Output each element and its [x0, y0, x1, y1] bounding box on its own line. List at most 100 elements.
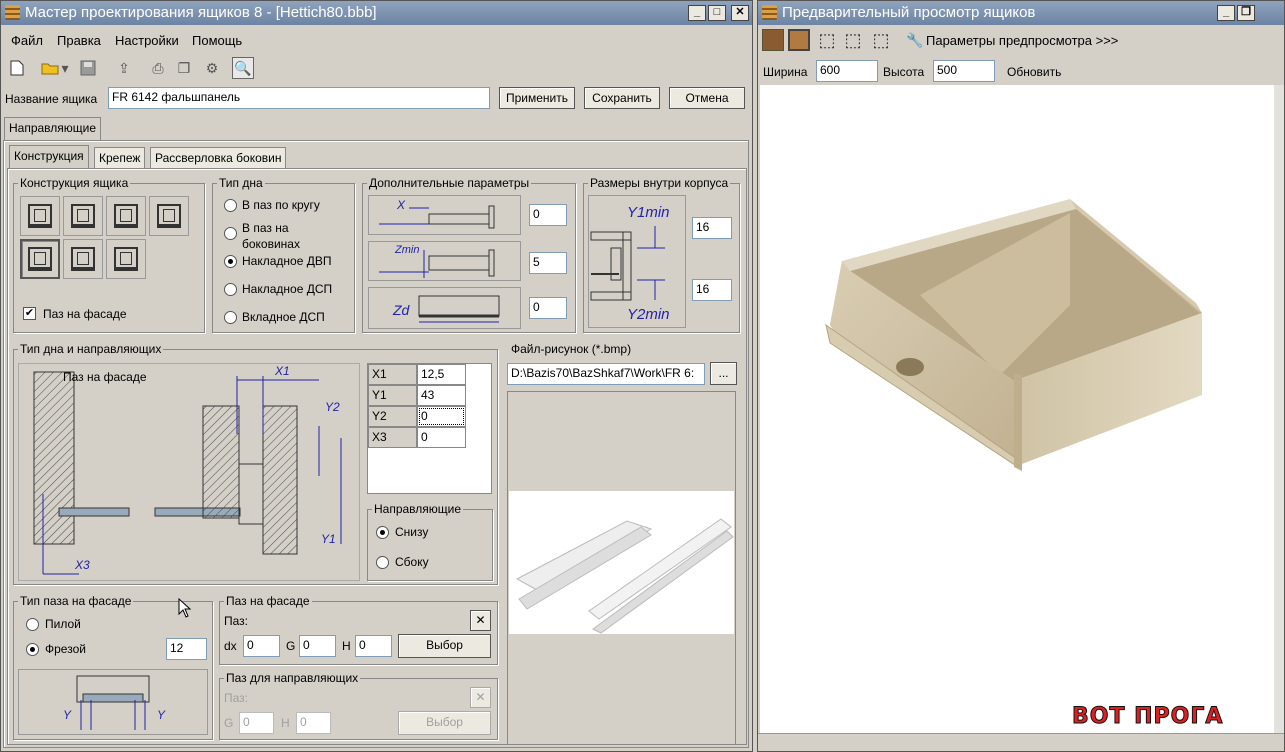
- facade-g-input[interactable]: 0: [299, 635, 336, 657]
- print-icon[interactable]: ⎙: [147, 57, 169, 79]
- facade-paz-label: Паз:: [224, 614, 248, 628]
- facade-dx-label: dx: [224, 639, 237, 653]
- group-label: Паз для направляющих: [224, 671, 361, 685]
- view-wire3-icon[interactable]: ⬚: [870, 29, 892, 51]
- properties-icon[interactable]: ⚙: [201, 57, 223, 79]
- rail-g-input[interactable]: 0: [239, 712, 274, 734]
- bottom-radio-3[interactable]: [224, 255, 237, 268]
- rail-groove-clear-button[interactable]: ✕: [470, 687, 491, 708]
- preview-minimize-button[interactable]: _: [1217, 5, 1235, 21]
- bottom-radio-5[interactable]: [224, 311, 237, 324]
- preview-icon[interactable]: 🔍: [232, 57, 254, 79]
- save-button[interactable]: Сохранить: [584, 87, 660, 109]
- rail-h-input[interactable]: 0: [296, 712, 331, 734]
- table-value-y1[interactable]: 43: [417, 385, 466, 406]
- bottom-radio-1[interactable]: [224, 199, 237, 212]
- apply-button[interactable]: Применить: [499, 87, 575, 109]
- guides-bottom-radio[interactable]: [376, 526, 389, 539]
- refresh-link[interactable]: Обновить: [1007, 65, 1061, 79]
- groove-width-input[interactable]: 12: [166, 638, 207, 660]
- y1min-label: Y1min: [627, 204, 670, 221]
- menu-help[interactable]: Помощь: [192, 33, 242, 48]
- width-input[interactable]: 600: [816, 60, 878, 82]
- table-key-y1: Y1: [368, 385, 417, 406]
- minimize-button[interactable]: _: [688, 5, 706, 21]
- x-offset-drawing: [379, 205, 495, 229]
- title-bar: Мастер проектирования ящиков 8 - [Hettic…: [1, 1, 752, 25]
- construction-variant-3[interactable]: [106, 196, 146, 236]
- view-wire2-icon[interactable]: ⬚: [842, 29, 864, 51]
- menu-edit[interactable]: Правка: [57, 33, 101, 48]
- facade-choose-button[interactable]: Выбор: [398, 634, 491, 658]
- facade-groove-checkbox[interactable]: ✔: [23, 307, 36, 320]
- facade-dx-input[interactable]: 0: [243, 635, 280, 657]
- facade-groove-clear-button[interactable]: ✕: [470, 610, 491, 631]
- construction-variant-2[interactable]: [63, 196, 103, 236]
- groove-mill-radio[interactable]: [26, 643, 39, 656]
- preview-params-link[interactable]: Параметры предпросмотра >>>: [926, 33, 1118, 48]
- bottom-radio-4[interactable]: [224, 283, 237, 296]
- groove-saw-label: Пилой: [45, 617, 81, 631]
- export-icon[interactable]: ⇪: [113, 57, 135, 79]
- rail-choose-button[interactable]: Выбор: [398, 711, 491, 735]
- guides-side-radio[interactable]: [376, 556, 389, 569]
- view-solid-icon[interactable]: [762, 29, 784, 51]
- zmin-value-input[interactable]: 5: [529, 252, 567, 274]
- drawer-name-input[interactable]: FR 6142 фальшпанель: [108, 87, 490, 109]
- groove-y-right-label: Y: [157, 708, 166, 722]
- open-folder-icon[interactable]: [39, 57, 61, 79]
- height-input[interactable]: 500: [933, 60, 995, 82]
- maximize-button[interactable]: □: [708, 5, 726, 21]
- x-value-input[interactable]: 0: [529, 204, 567, 226]
- bottom-option-5: Вкладное ДСП: [242, 310, 325, 324]
- table-value-y2[interactable]: 0: [417, 406, 466, 427]
- tab-construction[interactable]: Конструкция: [9, 145, 89, 169]
- file-path-input[interactable]: D:\Bazis70\BazShkaf7\Work\FR 6:: [507, 363, 705, 385]
- tab-guides[interactable]: Направляющие: [4, 117, 102, 141]
- table-value-x3[interactable]: 0: [417, 427, 466, 448]
- preview-restore-button[interactable]: ❐: [1237, 5, 1255, 21]
- bottom-radio-2[interactable]: [224, 227, 237, 240]
- preview-canvas[interactable]: [760, 85, 1284, 733]
- menu-settings[interactable]: Настройки: [115, 33, 179, 48]
- construction-variant-1[interactable]: [20, 196, 60, 236]
- watermark: ВОТ ПРОГА: [1071, 704, 1272, 734]
- x1-dim-label: X1: [275, 364, 290, 378]
- inner-size-diagram: Y1min Y2min: [588, 195, 686, 328]
- menu-file[interactable]: Файл: [11, 33, 43, 48]
- browse-button[interactable]: ...: [710, 362, 737, 385]
- table-key-y2: Y2: [368, 406, 417, 427]
- facade-h-input[interactable]: 0: [355, 635, 392, 657]
- table-key-x3: X3: [368, 427, 417, 448]
- x3-dim-label: X3: [75, 558, 90, 572]
- cancel-button[interactable]: Отмена: [669, 87, 745, 109]
- wrench-icon[interactable]: 🔧: [904, 29, 926, 51]
- zd-value-input[interactable]: 0: [529, 297, 567, 319]
- y1min-input[interactable]: 16: [692, 217, 732, 239]
- tab-fasteners[interactable]: Крепеж: [94, 147, 146, 169]
- dropdown-arrow-icon[interactable]: ▾: [59, 57, 71, 79]
- view-wire-icon[interactable]: ⬚: [816, 29, 838, 51]
- new-file-icon[interactable]: [6, 57, 28, 79]
- close-button[interactable]: ✕: [731, 5, 749, 21]
- table-value-x1[interactable]: 12,5: [417, 364, 466, 385]
- groove-y-left-label: Y: [63, 708, 72, 722]
- construction-variant-4[interactable]: [149, 196, 189, 236]
- copy-icon[interactable]: ❐: [173, 57, 195, 79]
- preview-scrollbar[interactable]: [1274, 85, 1284, 733]
- group-label: Тип дна и направляющих: [18, 342, 164, 356]
- groove-saw-radio[interactable]: [26, 618, 39, 631]
- tab-side-drilling[interactable]: Рассверловка боковин: [150, 147, 287, 169]
- height-label: Высота: [883, 65, 925, 79]
- y2min-input[interactable]: 16: [692, 279, 732, 301]
- save-disk-icon[interactable]: [77, 57, 99, 79]
- view-shaded-icon[interactable]: [788, 29, 810, 51]
- width-label: Ширина: [763, 65, 808, 79]
- y1-dim-label: Y1: [321, 532, 336, 546]
- groove-diagram: Y Y: [18, 669, 208, 735]
- construction-variant-5[interactable]: [20, 239, 60, 279]
- construction-variant-6[interactable]: [63, 239, 103, 279]
- construction-variant-7[interactable]: [106, 239, 146, 279]
- group-label: Тип паза на фасаде: [18, 594, 134, 608]
- drawer-wizard-window: Мастер проектирования ящиков 8 - [Hettic…: [0, 0, 753, 752]
